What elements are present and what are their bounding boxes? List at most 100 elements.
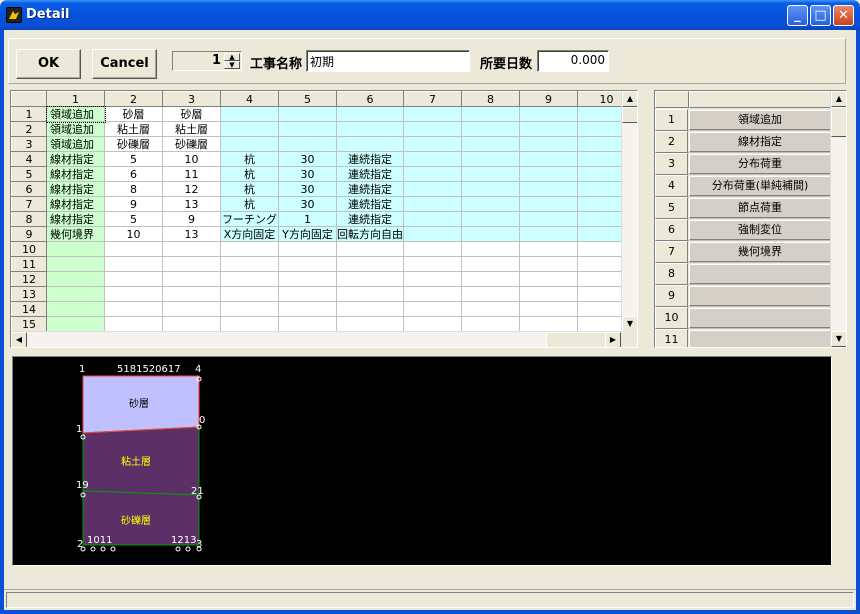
grid-cell[interactable] bbox=[519, 211, 578, 227]
grid-cell[interactable] bbox=[461, 136, 520, 152]
grid-cell[interactable] bbox=[104, 271, 163, 287]
grid-cell[interactable] bbox=[220, 121, 279, 137]
grid-row-header[interactable]: 14 bbox=[11, 301, 47, 317]
grid-cell[interactable] bbox=[220, 286, 279, 302]
scroll-right-icon[interactable]: ▶ bbox=[605, 332, 621, 347]
grid-cell[interactable] bbox=[519, 241, 578, 257]
model-canvas[interactable]: 砂層 粘土層 砂礫層 1 5181520617 4 1 0 19 21 2 10… bbox=[12, 356, 832, 566]
command-button[interactable] bbox=[689, 308, 831, 328]
grid-cell[interactable] bbox=[46, 301, 105, 317]
grid-cell[interactable] bbox=[519, 271, 578, 287]
spin-down-icon[interactable]: ▼ bbox=[224, 61, 240, 69]
vertical-scroll-thumb[interactable] bbox=[622, 107, 637, 123]
grid-cell[interactable] bbox=[461, 301, 520, 317]
grid-cell[interactable]: 線材指定 bbox=[46, 166, 105, 182]
close-button[interactable]: ✕ bbox=[833, 5, 854, 26]
grid-cell[interactable] bbox=[519, 196, 578, 212]
grid-cell[interactable] bbox=[461, 181, 520, 197]
grid-cell[interactable] bbox=[104, 286, 163, 302]
ok-button[interactable]: OK bbox=[16, 49, 81, 79]
grid-cell[interactable] bbox=[336, 121, 404, 137]
grid-cell[interactable] bbox=[336, 316, 404, 332]
grid-cell[interactable]: 線材指定 bbox=[46, 181, 105, 197]
grid-cell[interactable] bbox=[162, 316, 221, 332]
title-bar[interactable]: Detail _ □ ✕ bbox=[0, 0, 860, 30]
grid-cell[interactable] bbox=[461, 166, 520, 182]
grid-cell[interactable] bbox=[461, 256, 520, 272]
grid-cell[interactable]: 幾何境界 bbox=[46, 226, 105, 242]
grid-cell[interactable] bbox=[461, 226, 520, 242]
grid-cell[interactable] bbox=[278, 121, 337, 137]
grid-cell[interactable]: 8 bbox=[104, 181, 163, 197]
grid-cell[interactable] bbox=[519, 301, 578, 317]
grid-cell[interactable] bbox=[46, 316, 105, 332]
grid-cell[interactable] bbox=[46, 256, 105, 272]
grid-cell[interactable] bbox=[162, 286, 221, 302]
scroll-up-icon[interactable]: ▲ bbox=[622, 91, 637, 107]
maximize-button[interactable]: □ bbox=[810, 5, 831, 26]
grid-cell[interactable] bbox=[403, 196, 462, 212]
grid-horizontal-scrollbar[interactable]: ◀ ▶ bbox=[11, 331, 621, 347]
grid-row-header[interactable]: 6 bbox=[11, 181, 47, 197]
grid-cell[interactable] bbox=[403, 151, 462, 167]
grid-cell[interactable]: 砂礫層 bbox=[162, 136, 221, 152]
grid-cell[interactable] bbox=[278, 316, 337, 332]
command-button[interactable]: 強制変位 bbox=[689, 220, 831, 240]
grid-cell[interactable]: 12 bbox=[162, 181, 221, 197]
grid-cell[interactable]: 回転方向自由 bbox=[336, 226, 404, 242]
grid-cell[interactable] bbox=[278, 106, 337, 122]
grid-cell[interactable]: 杭 bbox=[220, 166, 279, 182]
grid-cell[interactable] bbox=[519, 151, 578, 167]
grid-column-header[interactable]: 2 bbox=[104, 91, 163, 107]
grid-cell[interactable] bbox=[403, 166, 462, 182]
grid-row-header[interactable]: 11 bbox=[11, 256, 47, 272]
grid-cell[interactable] bbox=[461, 151, 520, 167]
list-scroll-thumb[interactable] bbox=[831, 107, 846, 137]
grid-cell[interactable]: 5 bbox=[104, 151, 163, 167]
grid-cell[interactable] bbox=[336, 271, 404, 287]
grid-cell[interactable]: 領域追加 bbox=[46, 136, 105, 152]
grid-cell[interactable] bbox=[519, 256, 578, 272]
command-button[interactable]: 線材指定 bbox=[689, 132, 831, 152]
grid-cell[interactable]: 13 bbox=[162, 226, 221, 242]
grid-cell[interactable]: 30 bbox=[278, 196, 337, 212]
grid-cell[interactable]: 砂層 bbox=[104, 106, 163, 122]
grid-cell[interactable]: 線材指定 bbox=[46, 196, 105, 212]
grid-column-header[interactable]: 8 bbox=[461, 91, 520, 107]
grid-row-header[interactable]: 1 bbox=[11, 106, 47, 122]
grid-column-header[interactable]: 5 bbox=[278, 91, 337, 107]
grid-cell[interactable] bbox=[220, 106, 279, 122]
grid-cell[interactable] bbox=[461, 286, 520, 302]
grid-cell[interactable]: X方向固定 bbox=[220, 226, 279, 242]
grid-cell[interactable]: 連続指定 bbox=[336, 211, 404, 227]
grid-cell[interactable] bbox=[220, 256, 279, 272]
duration-field[interactable]: 0.000 bbox=[537, 50, 609, 72]
grid-cell[interactable] bbox=[104, 256, 163, 272]
grid-cell[interactable]: 杭 bbox=[220, 181, 279, 197]
grid-row-header[interactable]: 5 bbox=[11, 166, 47, 182]
grid-cell[interactable] bbox=[461, 196, 520, 212]
grid-cell[interactable]: 粘土層 bbox=[162, 121, 221, 137]
grid-cell[interactable]: 粘土層 bbox=[104, 121, 163, 137]
grid-cell[interactable] bbox=[403, 136, 462, 152]
scroll-left-icon[interactable]: ◀ bbox=[11, 332, 27, 347]
grid-cell[interactable] bbox=[278, 301, 337, 317]
grid-cell[interactable] bbox=[104, 316, 163, 332]
grid-cell[interactable]: 連続指定 bbox=[336, 181, 404, 197]
grid-cell[interactable] bbox=[104, 241, 163, 257]
grid-cell[interactable]: 30 bbox=[278, 151, 337, 167]
grid-cell[interactable] bbox=[403, 271, 462, 287]
grid-cell[interactable] bbox=[336, 241, 404, 257]
grid-row-header[interactable]: 12 bbox=[11, 271, 47, 287]
grid-cell[interactable]: 杭 bbox=[220, 196, 279, 212]
grid-cell[interactable] bbox=[403, 316, 462, 332]
grid-cell[interactable] bbox=[278, 241, 337, 257]
grid-cell[interactable] bbox=[220, 241, 279, 257]
cancel-button[interactable]: Cancel bbox=[92, 49, 157, 79]
grid-cell[interactable]: 10 bbox=[162, 151, 221, 167]
grid-cell[interactable]: 1 bbox=[278, 211, 337, 227]
grid-cell[interactable] bbox=[336, 301, 404, 317]
project-name-field[interactable]: 初期 bbox=[306, 50, 470, 72]
grid-cell[interactable] bbox=[519, 136, 578, 152]
grid-cell[interactable] bbox=[403, 226, 462, 242]
